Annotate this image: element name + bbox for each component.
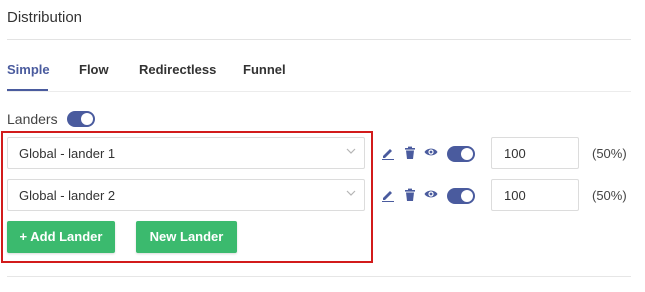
active-tab-indicator <box>7 89 48 91</box>
eye-icon[interactable] <box>424 145 438 159</box>
toggle-knob <box>461 148 473 160</box>
lander-select-2[interactable]: Global - lander 2 <box>7 179 365 211</box>
chevron-down-icon <box>346 190 356 196</box>
add-lander-button[interactable]: + Add Lander <box>7 221 115 253</box>
eye-icon[interactable] <box>424 187 438 201</box>
tabs-divider <box>7 91 631 92</box>
pencil-icon[interactable] <box>381 188 395 202</box>
tab-funnel[interactable]: Funnel <box>243 62 286 77</box>
lander-percent-1: (50%) <box>592 146 627 161</box>
chevron-down-icon <box>346 148 356 154</box>
lander-weight-input-1[interactable] <box>491 137 579 169</box>
lander-select-value: Global - lander 2 <box>19 188 116 203</box>
landers-label: Landers <box>7 111 58 127</box>
lander-select-value: Global - lander 1 <box>19 146 116 161</box>
landers-toggle[interactable] <box>67 111 95 127</box>
tab-simple[interactable]: Simple <box>7 62 50 77</box>
lander-select-1[interactable]: Global - lander 1 <box>7 137 365 169</box>
toggle-knob <box>461 190 473 202</box>
section-title: Distribution <box>7 9 83 26</box>
trash-icon[interactable] <box>403 188 417 202</box>
new-lander-button[interactable]: New Lander <box>136 221 237 253</box>
lander-toggle-2[interactable] <box>447 188 475 204</box>
tab-flow[interactable]: Flow <box>79 62 109 77</box>
bottom-divider <box>7 276 631 277</box>
lander-weight-input-2[interactable] <box>491 179 579 211</box>
pencil-icon[interactable] <box>381 146 395 160</box>
lander-toggle-1[interactable] <box>447 146 475 162</box>
trash-icon[interactable] <box>403 146 417 160</box>
lander-percent-2: (50%) <box>592 188 627 203</box>
divider <box>7 39 631 40</box>
tab-redirectless[interactable]: Redirectless <box>139 62 216 77</box>
toggle-knob <box>81 113 93 125</box>
